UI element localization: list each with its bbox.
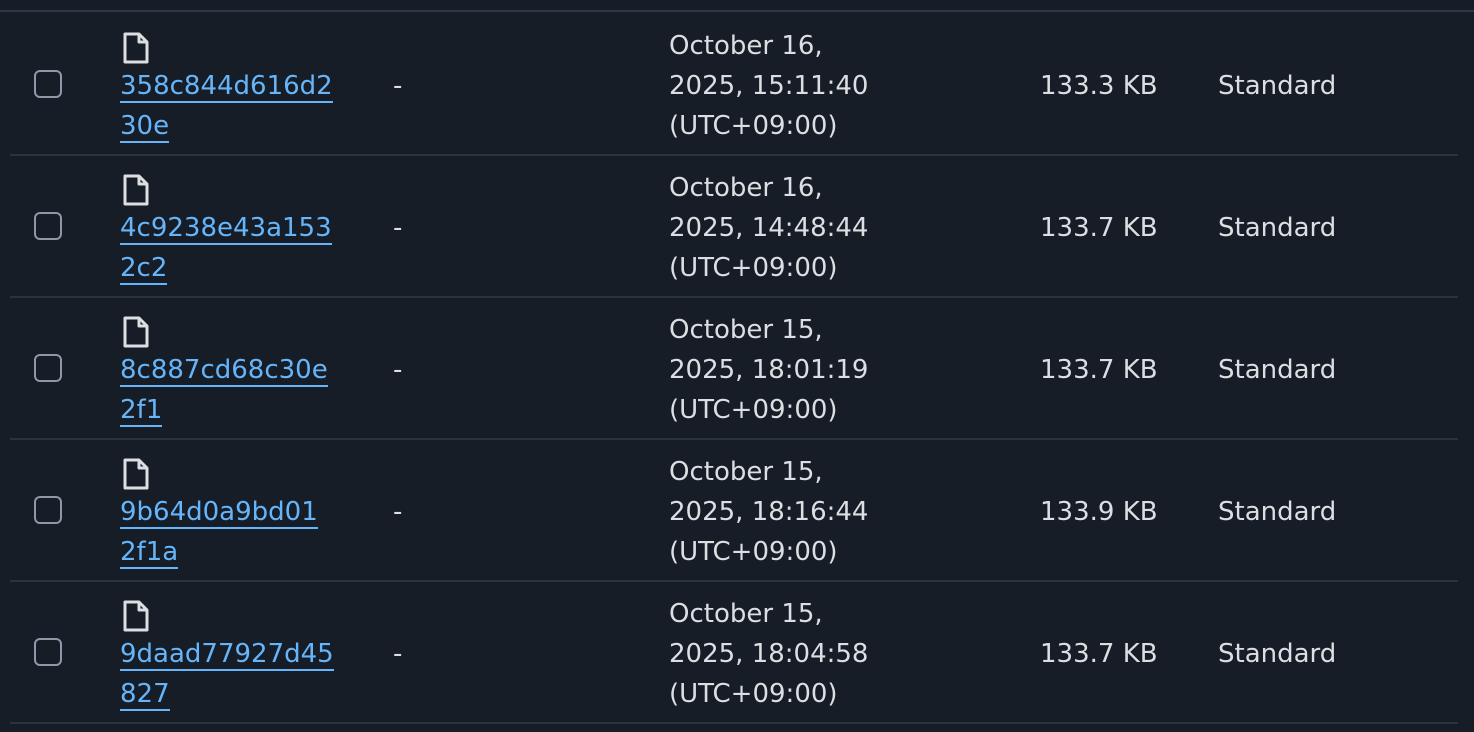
last-modified-timezone: (UTC+09:00) bbox=[669, 253, 838, 283]
row-select-checkbox[interactable] bbox=[34, 496, 62, 524]
last-modified-time: 2025, 15:11:40 bbox=[669, 71, 869, 101]
row-select-checkbox[interactable] bbox=[34, 70, 62, 98]
object-name-part-2[interactable]: 2f1 bbox=[120, 395, 163, 427]
object-name-part-1[interactable]: 4c9238e43a153 bbox=[120, 213, 332, 245]
file-icon bbox=[123, 316, 149, 348]
object-name-link[interactable]: 9daad77927d45 827 bbox=[120, 634, 360, 714]
object-name-part-2[interactable]: 30e bbox=[120, 111, 170, 143]
table-row: 9daad77927d45 827 - October 15, 2025, 18… bbox=[0, 582, 1474, 724]
object-name-part-1[interactable]: 358c844d616d2 bbox=[120, 71, 333, 103]
description-cell: - bbox=[393, 355, 403, 385]
object-name-part-2[interactable]: 827 bbox=[120, 679, 170, 711]
last-modified-cell: October 16, 2025, 15:11:40 (UTC+09:00) bbox=[669, 26, 969, 146]
object-name-part-1[interactable]: 9b64d0a9bd01 bbox=[120, 497, 318, 529]
size-cell: 133.9 KB bbox=[1040, 497, 1158, 527]
last-modified-date: October 15, bbox=[669, 599, 823, 629]
table-row: 4c9238e43a153 2c2 - October 16, 2025, 14… bbox=[0, 156, 1474, 298]
last-modified-time: 2025, 14:48:44 bbox=[669, 213, 869, 243]
last-modified-timezone: (UTC+09:00) bbox=[669, 111, 838, 141]
object-name-part-2[interactable]: 2f1a bbox=[120, 537, 179, 569]
last-modified-timezone: (UTC+09:00) bbox=[669, 395, 838, 425]
last-modified-cell: October 16, 2025, 14:48:44 (UTC+09:00) bbox=[669, 168, 969, 288]
last-modified-cell: October 15, 2025, 18:16:44 (UTC+09:00) bbox=[669, 452, 969, 572]
last-modified-cell: October 15, 2025, 18:01:19 (UTC+09:00) bbox=[669, 310, 969, 430]
last-modified-cell: October 15, 2025, 18:04:58 (UTC+09:00) bbox=[669, 594, 969, 714]
file-icon bbox=[123, 32, 149, 64]
size-cell: 133.3 KB bbox=[1040, 71, 1158, 101]
table-top-divider bbox=[0, 10, 1474, 12]
description-cell: - bbox=[393, 497, 403, 527]
description-cell: - bbox=[393, 71, 403, 101]
object-name-link[interactable]: 4c9238e43a153 2c2 bbox=[120, 208, 360, 288]
file-icon bbox=[123, 458, 149, 490]
size-cell: 133.7 KB bbox=[1040, 639, 1158, 669]
file-icon bbox=[123, 174, 149, 206]
object-name-link[interactable]: 8c887cd68c30e 2f1 bbox=[120, 350, 360, 430]
storage-class-cell: Standard bbox=[1218, 355, 1337, 385]
last-modified-date: October 15, bbox=[669, 457, 823, 487]
last-modified-time: 2025, 18:04:58 bbox=[669, 639, 869, 669]
size-cell: 133.7 KB bbox=[1040, 355, 1158, 385]
object-name-link[interactable]: 358c844d616d2 30e bbox=[120, 66, 360, 146]
last-modified-time: 2025, 18:01:19 bbox=[669, 355, 869, 385]
objects-table: 358c844d616d2 30e - October 16, 2025, 15… bbox=[0, 0, 1474, 732]
table-row: 358c844d616d2 30e - October 16, 2025, 15… bbox=[0, 14, 1474, 156]
row-select-checkbox[interactable] bbox=[34, 354, 62, 382]
last-modified-timezone: (UTC+09:00) bbox=[669, 679, 838, 709]
storage-class-cell: Standard bbox=[1218, 71, 1337, 101]
table-row: 9b64d0a9bd01 2f1a - October 15, 2025, 18… bbox=[0, 440, 1474, 582]
description-cell: - bbox=[393, 639, 403, 669]
object-name-link[interactable]: 9b64d0a9bd01 2f1a bbox=[120, 492, 360, 572]
storage-class-cell: Standard bbox=[1218, 639, 1337, 669]
row-divider bbox=[10, 722, 1458, 724]
row-select-checkbox[interactable] bbox=[34, 638, 62, 666]
last-modified-date: October 16, bbox=[669, 173, 823, 203]
table-row: 8c887cd68c30e 2f1 - October 15, 2025, 18… bbox=[0, 298, 1474, 440]
object-name-part-1[interactable]: 8c887cd68c30e bbox=[120, 355, 328, 387]
size-cell: 133.7 KB bbox=[1040, 213, 1158, 243]
object-name-part-1[interactable]: 9daad77927d45 bbox=[120, 639, 334, 671]
row-select-checkbox[interactable] bbox=[34, 212, 62, 240]
object-name-part-2[interactable]: 2c2 bbox=[120, 253, 168, 285]
last-modified-timezone: (UTC+09:00) bbox=[669, 537, 838, 567]
last-modified-time: 2025, 18:16:44 bbox=[669, 497, 869, 527]
last-modified-date: October 15, bbox=[669, 315, 823, 345]
description-cell: - bbox=[393, 213, 403, 243]
last-modified-date: October 16, bbox=[669, 31, 823, 61]
file-icon bbox=[123, 600, 149, 632]
storage-class-cell: Standard bbox=[1218, 213, 1337, 243]
storage-class-cell: Standard bbox=[1218, 497, 1337, 527]
